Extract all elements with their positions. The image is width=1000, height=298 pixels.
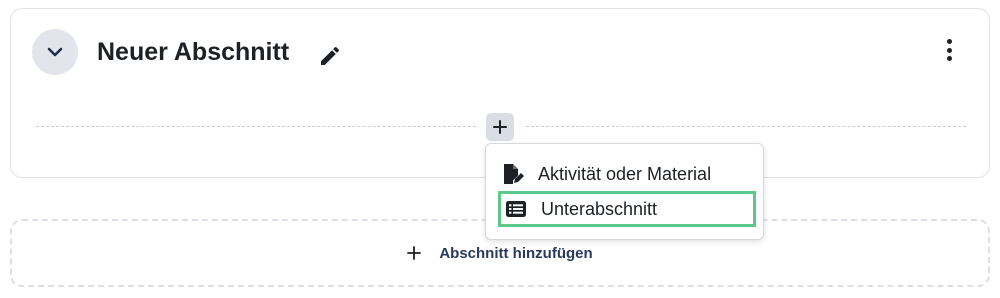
file-pen-icon (504, 164, 524, 184)
divider-left (36, 126, 476, 127)
menu-item-label: Unterabschnitt (541, 198, 658, 219)
add-content-button[interactable] (486, 113, 514, 141)
menu-item-activity[interactable]: Aktivität oder Material (500, 156, 711, 192)
divider-right (526, 126, 966, 127)
chevron-down-icon (47, 47, 63, 57)
menu-item-subsection[interactable]: Unterabschnitt (498, 191, 756, 227)
list-icon (506, 201, 526, 217)
section-menu-kebab-icon[interactable] (941, 37, 957, 63)
collapse-section-button[interactable] (32, 29, 78, 75)
plus-icon (493, 120, 507, 134)
course-editor: Neuer Abschnitt Aktivität oder Material … (0, 0, 1000, 298)
menu-item-label: Aktivität oder Material (538, 163, 712, 184)
section-title: Neuer Abschnitt (97, 38, 290, 66)
plus-icon (407, 246, 422, 260)
add-section-label: Abschnitt hinzufügen (439, 244, 593, 262)
pencil-icon[interactable] (318, 44, 342, 68)
add-content-dropdown: Aktivität oder Material Unterabschnitt (485, 143, 764, 240)
